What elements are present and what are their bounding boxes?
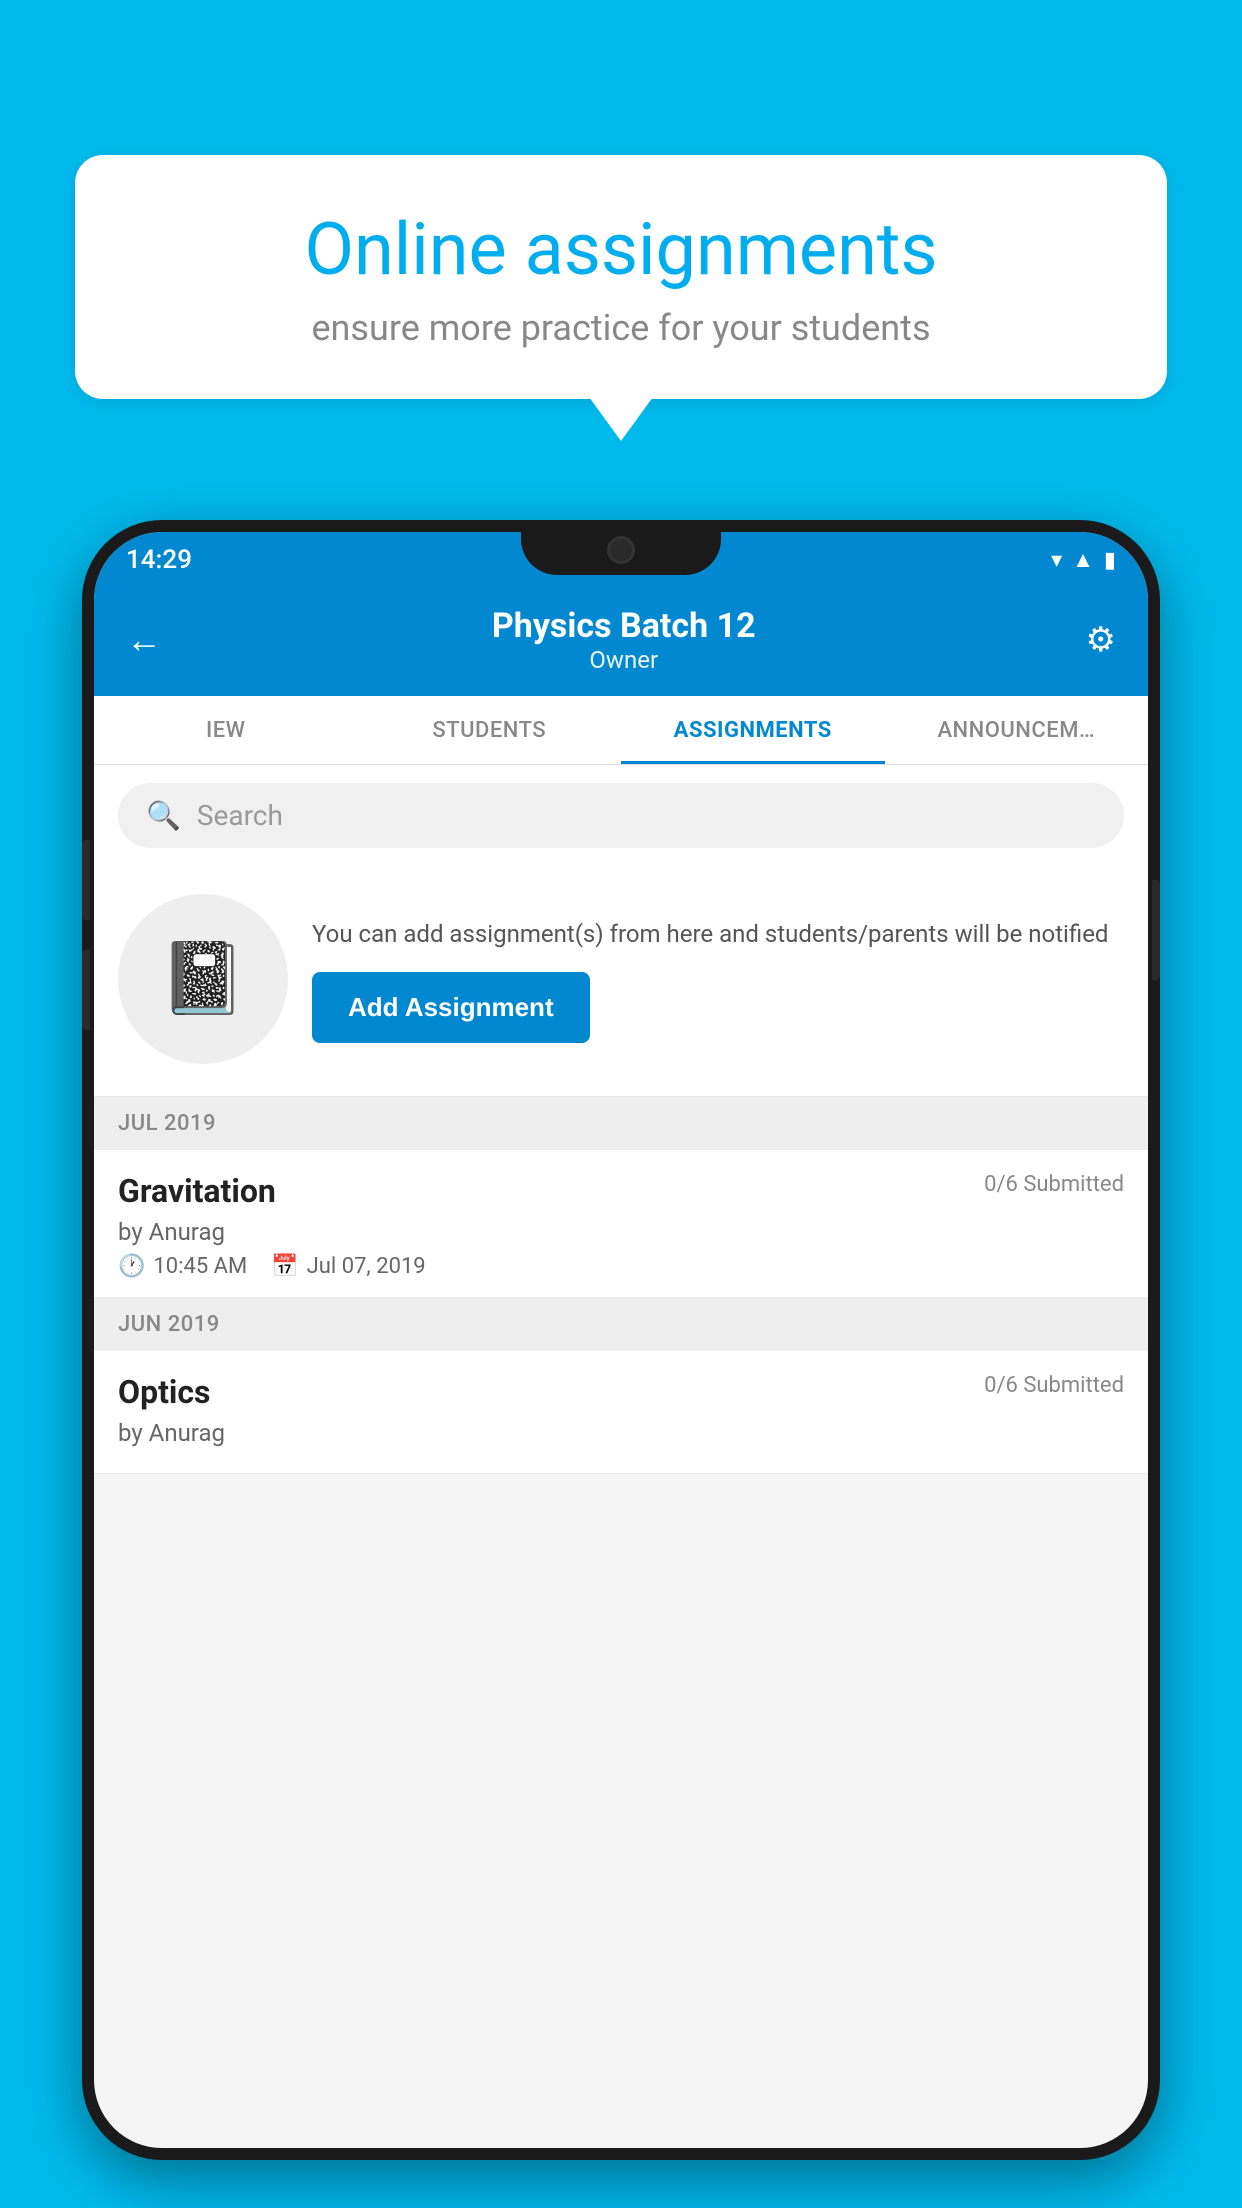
assignment-optics-name: Optics [118, 1373, 210, 1411]
assignment-name: Gravitation [118, 1172, 276, 1210]
status-icons: ▾ ▲ ▮ [1051, 547, 1116, 573]
tab-announcements[interactable]: ANNOUNCEM… [885, 696, 1149, 764]
assignment-date: 📅 Jul 07, 2019 [271, 1254, 425, 1279]
assignment-optics-submitted: 0/6 Submitted [984, 1373, 1124, 1398]
assignment-optics-header: Optics 0/6 Submitted [118, 1373, 1124, 1411]
assignment-optics[interactable]: Optics 0/6 Submitted by Anurag [94, 1351, 1148, 1474]
power-button [1152, 880, 1160, 980]
phone-notch [521, 520, 721, 575]
volume-up-button [82, 840, 90, 920]
header-center: Physics Batch 12 Owner [492, 606, 756, 674]
batch-role: Owner [492, 646, 756, 674]
tab-assignments[interactable]: ASSIGNMENTS [621, 696, 885, 764]
time-value: 10:45 AM [153, 1254, 247, 1279]
promo-description: You can add assignment(s) from here and … [312, 916, 1124, 952]
speech-bubble-container: Online assignments ensure more practice … [75, 155, 1167, 399]
settings-button[interactable]: ⚙ [1086, 620, 1116, 660]
signal-icon: ▲ [1072, 547, 1094, 573]
front-camera [607, 536, 635, 564]
tab-students[interactable]: STUDENTS [358, 696, 622, 764]
promo-icon: 📓 [118, 894, 288, 1064]
assignment-header: Gravitation 0/6 Submitted [118, 1172, 1124, 1210]
assignment-gravitation[interactable]: Gravitation 0/6 Submitted by Anurag 🕐 10… [94, 1150, 1148, 1298]
assignment-author: by Anurag [118, 1218, 1124, 1246]
phone-screen: 14:29 ▾ ▲ ▮ ← Physics Batch 12 Owner ⚙ I… [94, 532, 1148, 2148]
assignment-meta: 🕐 10:45 AM 📅 Jul 07, 2019 [118, 1254, 1124, 1279]
section-header-jul: JUL 2019 [94, 1097, 1148, 1150]
status-time: 14:29 [126, 545, 192, 575]
assignment-promo: 📓 You can add assignment(s) from here an… [94, 866, 1148, 1097]
assignment-time: 🕐 10:45 AM [118, 1254, 247, 1279]
phone-frame: 14:29 ▾ ▲ ▮ ← Physics Batch 12 Owner ⚙ I… [82, 520, 1160, 2160]
calendar-icon: 📅 [271, 1254, 298, 1279]
app-header: ← Physics Batch 12 Owner ⚙ [94, 588, 1148, 696]
speech-bubble: Online assignments ensure more practice … [75, 155, 1167, 399]
speech-bubble-subtitle: ensure more practice for your students [135, 307, 1107, 349]
search-bar-container: 🔍 Search [94, 765, 1148, 866]
date-value: Jul 07, 2019 [307, 1254, 426, 1279]
volume-down-button [82, 950, 90, 1030]
tab-bar: IEW STUDENTS ASSIGNMENTS ANNOUNCEM… [94, 696, 1148, 765]
back-button[interactable]: ← [126, 619, 162, 661]
section-header-jun: JUN 2019 [94, 1298, 1148, 1351]
tab-overview[interactable]: IEW [94, 696, 358, 764]
battery-icon: ▮ [1104, 548, 1116, 573]
batch-title: Physics Batch 12 [492, 606, 756, 646]
notebook-icon: 📓 [159, 938, 246, 1020]
search-bar[interactable]: 🔍 Search [118, 783, 1124, 848]
wifi-icon: ▾ [1051, 548, 1062, 573]
search-input[interactable]: Search [197, 799, 283, 832]
assignment-optics-author: by Anurag [118, 1419, 1124, 1447]
clock-icon: 🕐 [118, 1254, 145, 1279]
promo-right: You can add assignment(s) from here and … [312, 916, 1124, 1043]
add-assignment-button[interactable]: Add Assignment [312, 972, 590, 1043]
speech-bubble-title: Online assignments [135, 210, 1107, 289]
search-icon: 🔍 [146, 799, 181, 832]
assignment-submitted: 0/6 Submitted [984, 1172, 1124, 1197]
